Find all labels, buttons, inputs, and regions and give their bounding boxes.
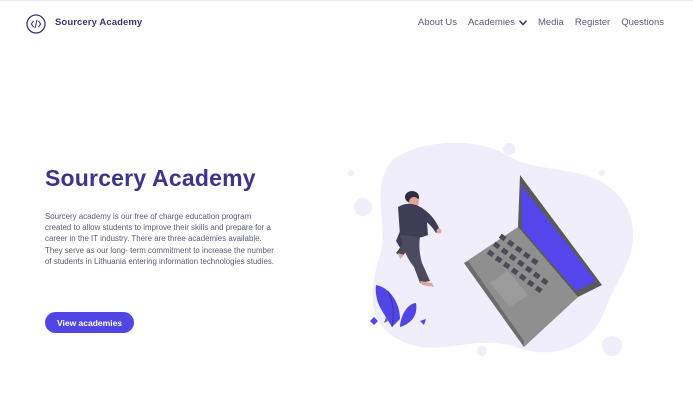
decor-dot — [354, 198, 372, 216]
hero-illustration — [348, 142, 634, 356]
nav-questions[interactable]: Questions — [621, 17, 664, 28]
nav-about-us-label: About Us — [417, 17, 457, 28]
hero-description: Sourcery academy is our free of charge e… — [45, 212, 274, 266]
decor-dot — [599, 170, 605, 176]
nav-questions-label: Questions — [621, 17, 664, 28]
decor-dot — [503, 143, 515, 155]
nav-academies-label: Academies — [467, 17, 515, 28]
brand-name[interactable]: Sourcery Academy — [55, 17, 142, 28]
decor-dot — [602, 336, 622, 356]
chevron-down-icon — [519, 19, 527, 25]
nav-media[interactable]: Media — [538, 17, 564, 28]
code-slash-icon[interactable] — [26, 14, 46, 34]
decor-dot — [477, 346, 487, 356]
site-header: Sourcery Academy About Us Academies Medi… — [0, 0, 693, 48]
decor-dot — [348, 170, 354, 176]
main-nav: About Us Academies Media Register Questi… — [418, 17, 664, 28]
nav-academies-dropdown[interactable]: Academies — [468, 17, 527, 28]
view-academies-button[interactable]: View academies — [45, 312, 134, 333]
nav-media-label: Media — [537, 17, 564, 28]
nav-register-label: Register — [574, 17, 611, 28]
nav-about-us[interactable]: About Us — [418, 17, 457, 28]
hero-title: Sourcery Academy — [45, 165, 256, 191]
nav-register[interactable]: Register — [575, 17, 610, 28]
